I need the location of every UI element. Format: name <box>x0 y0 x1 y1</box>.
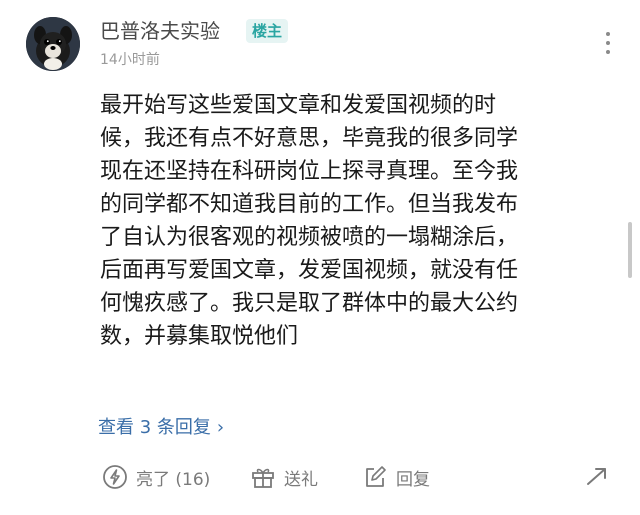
reply-label: 回复 <box>396 469 430 490</box>
scrollbar[interactable] <box>628 222 632 278</box>
comment-line: 数，并募集取悦他们 <box>100 324 299 349</box>
like-count-label: 亮了 (16) <box>136 469 211 490</box>
timestamp: 14小时前 <box>100 52 160 68</box>
gift-label: 送礼 <box>284 469 318 490</box>
comment-line: 后面再写爱国文章，发爱国视频，就没有任 <box>100 258 519 283</box>
comment-body: 最开始写这些爱国文章和发爱国视频的时 候，我还有点不好意思，毕竟我的很多同学 现… <box>100 89 618 353</box>
lightning-icon <box>103 465 127 489</box>
comment-line: 何愧疚感了。我只是取了群体中的最大公约 <box>100 291 519 316</box>
gift-icon <box>252 468 274 488</box>
edit-icon <box>366 466 386 487</box>
avatar[interactable] <box>26 17 80 71</box>
chevron-right-icon: › <box>216 417 225 438</box>
username[interactable]: 巴普洛夫实验 <box>100 18 220 44</box>
share-arrow-icon <box>587 468 606 485</box>
comment-line: 了自认为很客观的视频被喷的一塌糊涂后， <box>100 225 519 250</box>
view-replies-label: 查看 3 条回复 <box>98 417 211 438</box>
reply-button[interactable]: 回复 <box>362 460 430 494</box>
dog-avatar-image <box>26 17 80 71</box>
comment-line: 现在还坚持在科研岗位上探寻真理。至今我 <box>100 159 519 184</box>
view-replies-link[interactable]: 查看 3 条回复 › <box>98 415 224 441</box>
share-button[interactable] <box>584 460 610 494</box>
like-button[interactable]: 亮了 (16) <box>102 460 210 494</box>
more-vertical-icon[interactable] <box>596 28 620 58</box>
owner-badge: 楼主 <box>246 19 289 43</box>
comment-line: 候，我还有点不好意思，毕竟我的很多同学 <box>100 126 519 151</box>
gift-button[interactable]: 送礼 <box>250 460 318 494</box>
comment-line: 最开始写这些爱国文章和发爱国视频的时 <box>100 93 497 118</box>
comment-line: 的同学都不知道我目前的工作。但当我发布 <box>100 192 519 217</box>
